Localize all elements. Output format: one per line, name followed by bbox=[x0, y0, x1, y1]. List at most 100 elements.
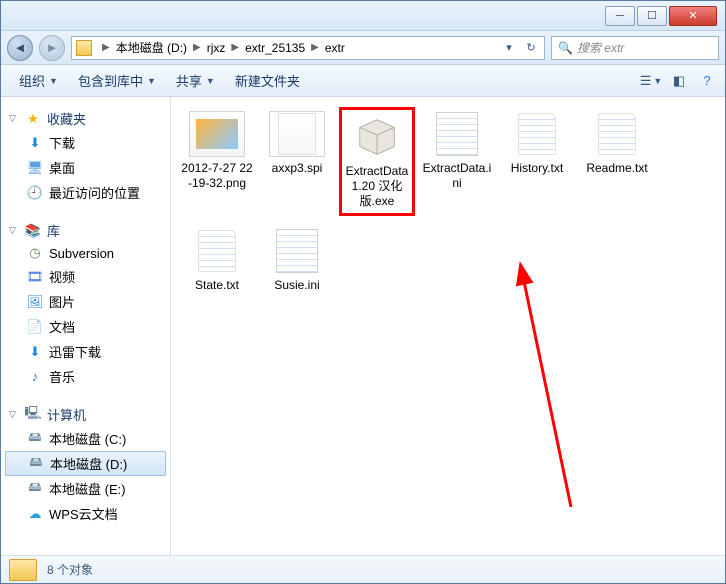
subversion-icon: ◷ bbox=[27, 245, 43, 261]
help-button[interactable]: ? bbox=[697, 71, 717, 91]
music-icon: ♪ bbox=[27, 369, 43, 385]
sidebar-item-pictures[interactable]: 🖼图片 bbox=[5, 289, 166, 314]
share-button[interactable]: 共享 ▼ bbox=[166, 71, 225, 90]
sidebar-label: 文档 bbox=[49, 317, 75, 336]
text-file-icon bbox=[509, 111, 565, 157]
file-item[interactable]: 2012-7-27 22-19-32.png bbox=[179, 107, 255, 216]
search-input[interactable]: 🔍 搜索 extr bbox=[551, 36, 719, 60]
include-label: 包含到库中 bbox=[78, 71, 143, 90]
chevron-right-icon: ▶ bbox=[307, 42, 323, 53]
nav-back-button[interactable]: ◄ bbox=[7, 35, 33, 61]
search-icon: 🔍 bbox=[558, 41, 573, 55]
sidebar-item-recent[interactable]: 🕘 最近访问的位置 bbox=[5, 180, 166, 205]
file-label: 2012-7-27 22-19-32.png bbox=[181, 161, 253, 191]
organize-label: 组织 bbox=[19, 71, 45, 90]
sidebar-item-wps-cloud[interactable]: ☁ WPS云文档 bbox=[5, 501, 166, 526]
file-icon bbox=[269, 111, 325, 157]
sidebar-item-drive-e[interactable]: 🖴本地磁盘 (E:) bbox=[5, 476, 166, 501]
sidebar-item-music[interactable]: ♪ 音乐 bbox=[5, 364, 166, 389]
cloud-icon: ☁ bbox=[27, 506, 43, 522]
computer-icon: 🖳 bbox=[25, 407, 41, 423]
sidebar-item-desktop[interactable]: 🖥 桌面 bbox=[5, 155, 166, 180]
ini-gear-icon bbox=[269, 228, 325, 274]
share-label: 共享 bbox=[176, 71, 202, 90]
crumb-folder[interactable]: extr_25135 bbox=[243, 41, 307, 55]
file-item[interactable]: History.txt bbox=[499, 107, 575, 216]
file-label: ExtractData 1.20 汉化版.exe bbox=[344, 164, 410, 209]
chevron-right-icon: ▶ bbox=[98, 42, 114, 53]
sidebar-header-computer[interactable]: ▽🖳计算机 bbox=[5, 403, 166, 426]
close-button[interactable]: ✕ bbox=[669, 6, 717, 26]
file-item[interactable]: Readme.txt bbox=[579, 107, 655, 216]
file-label: State.txt bbox=[195, 278, 239, 293]
new-folder-button[interactable]: 新建文件夹 bbox=[225, 71, 310, 90]
sidebar-item-drive-c[interactable]: 🖴 本地磁盘 (C:) bbox=[5, 426, 166, 451]
exe-box-icon bbox=[349, 114, 405, 160]
sidebar-header-favorites[interactable]: ▽★收藏夹 bbox=[5, 107, 166, 130]
sidebar-label: 桌面 bbox=[49, 158, 75, 177]
chevron-right-icon: ▶ bbox=[227, 42, 243, 53]
sidebar-label: Subversion bbox=[49, 246, 114, 261]
file-grid: 2012-7-27 22-19-32.png axxp3.spi Extract… bbox=[179, 107, 717, 297]
file-label: axxp3.spi bbox=[272, 161, 323, 176]
sidebar-label: 音乐 bbox=[49, 367, 75, 386]
chevron-down-icon: ▼ bbox=[147, 76, 156, 86]
sidebar-item-xunlei[interactable]: ⬇迅雷下载 bbox=[5, 339, 166, 364]
file-label: Readme.txt bbox=[586, 161, 647, 176]
video-icon: 🎞 bbox=[27, 269, 43, 285]
view-options-button[interactable]: ☰▼ bbox=[641, 71, 661, 91]
sidebar-label: 计算机 bbox=[47, 405, 86, 424]
sidebar-item-documents[interactable]: 📄 文档 bbox=[5, 314, 166, 339]
sidebar-label: WPS云文档 bbox=[49, 504, 118, 523]
image-thumbnail-icon bbox=[189, 111, 245, 157]
sidebar-item-drive-d[interactable]: 🖴本地磁盘 (D:) bbox=[5, 451, 166, 476]
organize-button[interactable]: 组织▼ bbox=[9, 71, 68, 90]
crumb-folder[interactable]: extr bbox=[323, 41, 347, 55]
file-label: Susie.ini bbox=[274, 278, 319, 293]
drive-icon: 🖴 bbox=[27, 431, 43, 447]
sidebar-label: 收藏夹 bbox=[47, 109, 86, 128]
file-item[interactable]: Susie.ini bbox=[259, 224, 335, 297]
document-icon: 📄 bbox=[27, 319, 43, 335]
sidebar-item-downloads[interactable]: ⬇下载 bbox=[5, 130, 166, 155]
minimize-button[interactable]: ─ bbox=[605, 6, 635, 26]
address-row: ◄ ► ▶ 本地磁盘 (D:) ▶ rjxz ▶ extr_25135 ▶ ex… bbox=[1, 31, 725, 65]
file-pane[interactable]: 2012-7-27 22-19-32.png axxp3.spi Extract… bbox=[171, 97, 725, 555]
sidebar-label: 图片 bbox=[49, 292, 75, 311]
sidebar-label: 本地磁盘 (D:) bbox=[50, 454, 127, 473]
crumb-drive[interactable]: 本地磁盘 (D:) bbox=[114, 39, 189, 56]
recent-icon: 🕘 bbox=[27, 185, 43, 201]
sidebar-header-libraries[interactable]: ▽📚库 bbox=[5, 219, 166, 242]
file-item[interactable]: State.txt bbox=[179, 224, 255, 297]
file-label: ExtractData.ini bbox=[421, 161, 493, 191]
preview-pane-button[interactable]: ◧ bbox=[669, 71, 689, 91]
file-item-highlighted[interactable]: ExtractData 1.20 汉化版.exe bbox=[339, 107, 415, 216]
sidebar-label: 视频 bbox=[49, 267, 75, 286]
file-item[interactable]: ExtractData.ini bbox=[419, 107, 495, 216]
desktop-icon: 🖥 bbox=[27, 160, 43, 176]
sidebar: ▽★收藏夹 ⬇下载 🖥 桌面 🕘 最近访问的位置 ▽📚库 ◷ Subversion 🎞… bbox=[1, 97, 171, 555]
crumb-folder[interactable]: rjxz bbox=[205, 41, 228, 55]
sidebar-label: 迅雷下载 bbox=[49, 342, 101, 361]
text-file-icon bbox=[189, 228, 245, 274]
sidebar-label: 本地磁盘 (C:) bbox=[49, 429, 126, 448]
sidebar-item-videos[interactable]: 🎞 视频 bbox=[5, 264, 166, 289]
chevron-down-icon: ▽ bbox=[9, 225, 19, 236]
status-bar: 8 个对象 bbox=[1, 555, 725, 583]
file-item[interactable]: axxp3.spi bbox=[259, 107, 335, 216]
chevron-down-icon: ▼ bbox=[206, 76, 215, 86]
folder-icon bbox=[9, 559, 37, 581]
sidebar-label: 最近访问的位置 bbox=[49, 183, 140, 202]
ini-gear-icon bbox=[429, 111, 485, 157]
status-count: 8 个对象 bbox=[47, 561, 93, 578]
nav-forward-button[interactable]: ► bbox=[39, 35, 65, 61]
sidebar-item-subversion[interactable]: ◷ Subversion bbox=[5, 242, 166, 264]
chevron-right-icon: ▶ bbox=[189, 42, 205, 53]
maximize-button[interactable]: ☐ bbox=[637, 6, 667, 26]
newfolder-label: 新建文件夹 bbox=[235, 71, 300, 90]
address-bar[interactable]: ▶ 本地磁盘 (D:) ▶ rjxz ▶ extr_25135 ▶ extr ▾… bbox=[71, 36, 545, 60]
text-file-icon bbox=[589, 111, 645, 157]
chevron-down-icon[interactable]: ▾ bbox=[500, 39, 518, 57]
refresh-icon[interactable]: ↻ bbox=[522, 39, 540, 57]
include-in-library-button[interactable]: 包含到库中 ▼ bbox=[68, 71, 166, 90]
